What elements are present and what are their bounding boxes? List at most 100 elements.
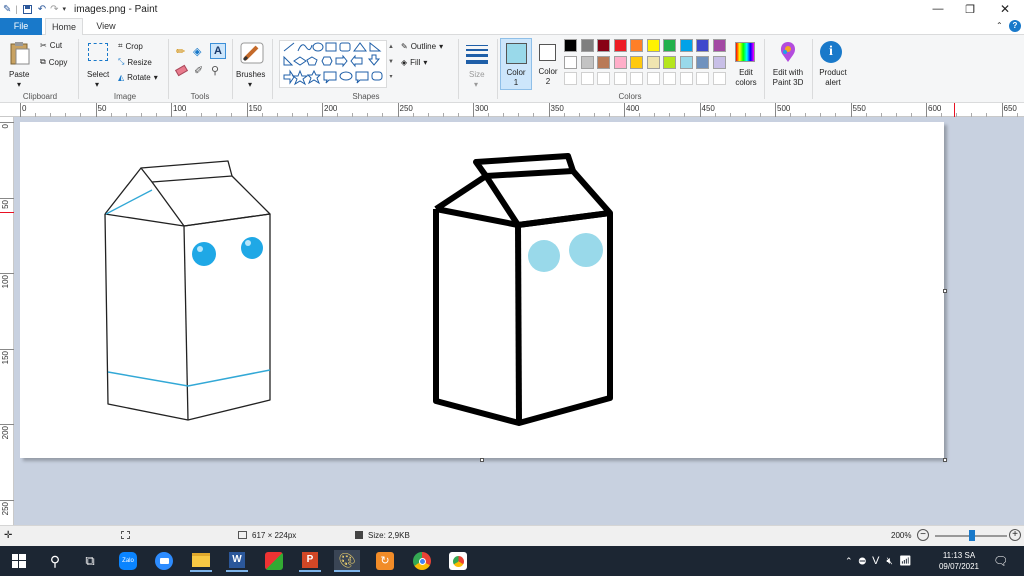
rotate-button[interactable]: ◭ Rotate ▾ [118,73,158,82]
wifi-icon[interactable]: 📶︎ [899,556,912,567]
fill-button[interactable]: ◈ Fill ▾ [401,58,427,67]
palette-swatch[interactable] [580,39,594,52]
taskbar-word[interactable]: W [226,550,248,572]
palette-swatch[interactable] [613,39,627,52]
clock[interactable]: 11:13 SA 09/07/2021 [932,546,986,576]
magnifier-tool[interactable]: ⚲ [211,64,219,77]
zoom-slider-thumb[interactable] [969,530,975,541]
palette-swatch[interactable] [663,55,676,69]
tab-home[interactable]: Home [45,18,83,36]
palette-swatch[interactable] [696,39,709,52]
palette-swatch[interactable] [630,55,643,69]
taskbar-zoom[interactable] [153,550,175,572]
palette-swatch[interactable] [679,55,693,69]
palette-swatch[interactable] [663,39,676,52]
crop-button[interactable]: ⌗ Crop [118,41,143,51]
palette-swatch[interactable] [630,39,643,52]
show-hidden-icons[interactable]: ⌃ [845,556,853,567]
palette-swatch[interactable] [646,39,660,52]
palette-swatch[interactable] [679,39,693,52]
select-dropdown-icon[interactable]: ▾ [95,80,99,89]
color2-button[interactable]: Color 2 [534,38,562,90]
cut-button[interactable]: ✂ Cut [40,41,62,50]
shapes-gallery[interactable] [279,40,387,88]
zoom-out-button[interactable]: − [917,529,929,541]
taskbar-chrome[interactable] [411,550,433,572]
restore-button[interactable]: ❐ [953,0,987,18]
resize-handle-corner[interactable] [943,458,947,462]
text-tool[interactable]: A [210,43,226,59]
palette-swatch[interactable] [646,55,660,69]
empty-custom-swatch[interactable] [630,72,643,85]
drawing-canvas[interactable] [20,122,944,458]
customize-qa-icon[interactable]: ▾ [63,5,67,13]
redo-icon[interactable]: ↷ [50,4,58,15]
chrome-icon [413,552,431,570]
empty-custom-swatch[interactable] [679,72,693,85]
shapes-scroll-icon[interactable]: ▲ ▼ ▾ [387,40,395,88]
taskbar-powerpoint[interactable]: P [299,550,321,572]
empty-custom-swatch[interactable] [613,72,627,85]
empty-custom-swatch[interactable] [564,72,577,85]
color-picker-tool[interactable]: ✐ [194,64,203,77]
palette-swatch[interactable] [696,55,709,69]
palette-swatch[interactable] [580,55,594,69]
taskbar-zalo[interactable]: Zalo [117,550,139,572]
start-button[interactable] [8,550,30,572]
empty-custom-swatch[interactable] [712,72,726,85]
edit-colors-button[interactable]: Edit colors [730,39,760,89]
notification-center-button[interactable]: 🗨︎ [993,546,1009,576]
collapse-ribbon-icon[interactable]: ⌃ [996,21,1003,30]
resize-icon: ⤡ [118,57,125,66]
eraser-tool[interactable] [174,64,189,77]
palette-swatch[interactable] [564,39,577,52]
empty-custom-swatch[interactable] [580,72,594,85]
outline-button[interactable]: ✎ Outline ▾ [401,42,443,51]
palette-swatch[interactable] [564,55,577,69]
empty-custom-swatch[interactable] [696,72,709,85]
brushes-dropdown-icon[interactable]: ▾ [248,80,252,89]
help-icon[interactable]: ? [1009,20,1021,32]
task-view-button[interactable]: ⧉ [79,550,101,572]
copy-button[interactable]: ⧉ Copy [40,57,67,67]
empty-custom-swatch[interactable] [646,72,660,85]
speaker-icon[interactable]: 🔇︎ [887,556,893,567]
edit-with-paint3d-button[interactable]: Edit with Paint 3D [768,39,808,89]
size-button[interactable]: Size ▾ [462,39,492,89]
paste-dropdown-icon[interactable]: ▾ [17,80,21,89]
input-language[interactable]: V [872,555,879,567]
taskbar-chrome-app[interactable] [447,550,469,572]
resize-button[interactable]: ⤡ Resize [118,57,152,67]
close-button[interactable]: ✕ [988,0,1022,18]
empty-custom-swatch[interactable] [597,72,610,85]
search-button[interactable]: ⚲ [44,550,66,572]
zoom-in-button[interactable]: + [1009,529,1021,541]
taskbar-app-orange[interactable]: ↻ [374,550,396,572]
taskbar-paint[interactable]: 🎨︎ [334,550,360,572]
network-warning-icon[interactable]: ⛔︎ [859,556,867,567]
resize-handle-right[interactable] [943,289,947,293]
fill-tool[interactable]: ◈ [193,45,201,58]
product-alert-button[interactable]: i Product alert [814,39,850,89]
brushes-button[interactable]: Brushes ▾ [235,39,268,89]
palette-swatch[interactable] [712,39,726,52]
save-icon[interactable] [22,4,32,14]
tab-file[interactable]: File [0,18,42,35]
tab-view[interactable]: View [88,18,124,35]
zoom-slider[interactable] [935,530,1007,541]
minimize-button[interactable]: ― [921,0,955,18]
shapes-grid-icon [283,41,383,86]
taskbar-file-explorer[interactable] [190,550,212,572]
resize-handle-bottom[interactable] [480,458,484,462]
palette-swatch[interactable] [613,55,627,69]
palette-swatch[interactable] [597,55,610,69]
taskbar-unikey[interactable] [263,550,285,572]
color1-button[interactable]: Color 1 [500,38,532,90]
palette-swatch[interactable] [712,55,726,69]
select-button[interactable]: Select ▾ [84,39,112,89]
undo-icon[interactable]: ↶ [38,4,46,15]
palette-swatch[interactable] [597,39,610,52]
paste-button[interactable]: Paste ▾ [6,39,34,89]
pencil-tool[interactable]: ✏ [176,45,185,58]
empty-custom-swatch[interactable] [663,72,676,85]
